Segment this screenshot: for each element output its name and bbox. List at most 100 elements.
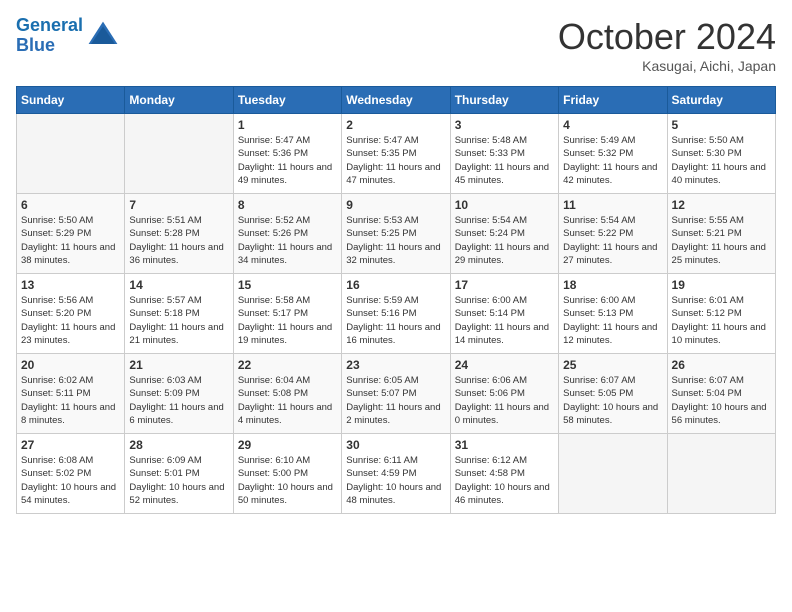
day-number: 10 bbox=[455, 198, 554, 212]
calendar-cell: 8Sunrise: 5:52 AM Sunset: 5:26 PM Daylig… bbox=[233, 194, 341, 274]
day-number: 11 bbox=[563, 198, 662, 212]
calendar-cell: 7 Sunrise: 5:51 AM Sunset: 5:28 PM Daylig… bbox=[125, 194, 233, 274]
calendar-cell: 13Sunrise: 5:56 AM Sunset: 5:20 PM Dayli… bbox=[17, 274, 125, 354]
calendar-week-row: 6 Sunrise: 5:50 AM Sunset: 5:29 PM Daylig… bbox=[17, 194, 776, 274]
day-number: 4 bbox=[563, 118, 662, 132]
day-info: Sunrise: 6:00 AM Sunset: 5:13 PM Dayligh… bbox=[563, 294, 662, 347]
page-header: GeneralBlue October 2024 Kasugai, Aichi,… bbox=[16, 16, 776, 74]
day-info: Sunrise: 5:54 AM Sunset: 5:22 PM Dayligh… bbox=[563, 214, 662, 267]
calendar-week-row: 20 Sunrise: 6:02 AM Sunset: 5:11 PM Dayli… bbox=[17, 354, 776, 434]
day-number: 9 bbox=[346, 198, 445, 212]
day-info: Sunrise: 6:03 AM Sunset: 5:09 PM Dayligh… bbox=[129, 374, 228, 427]
day-number: 14 bbox=[129, 278, 228, 292]
day-number: 5 bbox=[672, 118, 771, 132]
day-number: 19 bbox=[672, 278, 771, 292]
day-info: Sunrise: 6:07 AM Sunset: 5:05 PM Dayligh… bbox=[563, 374, 662, 427]
day-info: Sunrise: 6:09 AM Sunset: 5:01 PM Dayligh… bbox=[129, 454, 228, 507]
day-number: 24 bbox=[455, 358, 554, 372]
calendar-cell: 9Sunrise: 5:53 AM Sunset: 5:25 PM Daylig… bbox=[342, 194, 450, 274]
calendar-cell: 23 Sunrise: 6:05 AM Sunset: 5:07 PM Dayli… bbox=[342, 354, 450, 434]
day-info: Sunrise: 5:50 AM Sunset: 5:30 PM Dayligh… bbox=[672, 134, 771, 187]
day-number: 7 bbox=[129, 198, 228, 212]
day-info: Sunrise: 6:10 AM Sunset: 5:00 PM Dayligh… bbox=[238, 454, 337, 507]
calendar-cell: 6 Sunrise: 5:50 AM Sunset: 5:29 PM Daylig… bbox=[17, 194, 125, 274]
day-of-week-header: Saturday bbox=[667, 87, 775, 114]
day-of-week-header: Thursday bbox=[450, 87, 558, 114]
day-number: 20 bbox=[21, 358, 120, 372]
day-number: 15 bbox=[238, 278, 337, 292]
day-info: Sunrise: 5:47 AM Sunset: 5:36 PM Dayligh… bbox=[238, 134, 337, 187]
day-of-week-header: Wednesday bbox=[342, 87, 450, 114]
calendar-cell: 18 Sunrise: 6:00 AM Sunset: 5:13 PM Dayli… bbox=[559, 274, 667, 354]
calendar-cell: 31 Sunrise: 6:12 AM Sunset: 4:58 PM Dayli… bbox=[450, 434, 558, 514]
title-area: October 2024 Kasugai, Aichi, Japan bbox=[558, 16, 776, 74]
day-info: Sunrise: 5:55 AM Sunset: 5:21 PM Dayligh… bbox=[672, 214, 771, 267]
calendar-week-row: 27 Sunrise: 6:08 AM Sunset: 5:02 PM Dayli… bbox=[17, 434, 776, 514]
day-number: 3 bbox=[455, 118, 554, 132]
day-number: 25 bbox=[563, 358, 662, 372]
day-number: 13 bbox=[21, 278, 120, 292]
calendar-cell: 1 Sunrise: 5:47 AM Sunset: 5:36 PM Daylig… bbox=[233, 114, 341, 194]
day-of-week-header: Monday bbox=[125, 87, 233, 114]
calendar-week-row: 1 Sunrise: 5:47 AM Sunset: 5:36 PM Daylig… bbox=[17, 114, 776, 194]
day-number: 23 bbox=[346, 358, 445, 372]
day-of-week-header: Tuesday bbox=[233, 87, 341, 114]
calendar-cell: 24 Sunrise: 6:06 AM Sunset: 5:06 PM Dayli… bbox=[450, 354, 558, 434]
calendar-week-row: 13Sunrise: 5:56 AM Sunset: 5:20 PM Dayli… bbox=[17, 274, 776, 354]
calendar-cell: 20 Sunrise: 6:02 AM Sunset: 5:11 PM Dayli… bbox=[17, 354, 125, 434]
calendar-cell: 19 Sunrise: 6:01 AM Sunset: 5:12 PM Dayli… bbox=[667, 274, 775, 354]
calendar-cell: 2Sunrise: 5:47 AM Sunset: 5:35 PM Daylig… bbox=[342, 114, 450, 194]
day-info: Sunrise: 5:48 AM Sunset: 5:33 PM Dayligh… bbox=[455, 134, 554, 187]
calendar-cell: 4 Sunrise: 5:49 AM Sunset: 5:32 PM Daylig… bbox=[559, 114, 667, 194]
day-number: 18 bbox=[563, 278, 662, 292]
calendar-table: SundayMondayTuesdayWednesdayThursdayFrid… bbox=[16, 86, 776, 514]
logo: GeneralBlue bbox=[16, 16, 119, 56]
calendar-cell: 10 Sunrise: 5:54 AM Sunset: 5:24 PM Dayli… bbox=[450, 194, 558, 274]
calendar-cell: 17 Sunrise: 6:00 AM Sunset: 5:14 PM Dayli… bbox=[450, 274, 558, 354]
day-info: Sunrise: 6:02 AM Sunset: 5:11 PM Dayligh… bbox=[21, 374, 120, 427]
location: Kasugai, Aichi, Japan bbox=[558, 58, 776, 74]
calendar-cell: 28Sunrise: 6:09 AM Sunset: 5:01 PM Dayli… bbox=[125, 434, 233, 514]
day-number: 29 bbox=[238, 438, 337, 452]
day-number: 26 bbox=[672, 358, 771, 372]
day-info: Sunrise: 6:07 AM Sunset: 5:04 PM Dayligh… bbox=[672, 374, 771, 427]
day-info: Sunrise: 6:12 AM Sunset: 4:58 PM Dayligh… bbox=[455, 454, 554, 507]
calendar-cell: 5 Sunrise: 5:50 AM Sunset: 5:30 PM Daylig… bbox=[667, 114, 775, 194]
calendar-cell: 26 Sunrise: 6:07 AM Sunset: 5:04 PM Dayli… bbox=[667, 354, 775, 434]
day-number: 16 bbox=[346, 278, 445, 292]
day-number: 27 bbox=[21, 438, 120, 452]
day-number: 21 bbox=[129, 358, 228, 372]
day-number: 1 bbox=[238, 118, 337, 132]
day-info: Sunrise: 6:11 AM Sunset: 4:59 PM Dayligh… bbox=[346, 454, 445, 507]
day-number: 8 bbox=[238, 198, 337, 212]
day-number: 6 bbox=[21, 198, 120, 212]
day-number: 12 bbox=[672, 198, 771, 212]
calendar-cell: 12 Sunrise: 5:55 AM Sunset: 5:21 PM Dayli… bbox=[667, 194, 775, 274]
day-info: Sunrise: 5:49 AM Sunset: 5:32 PM Dayligh… bbox=[563, 134, 662, 187]
day-info: Sunrise: 6:01 AM Sunset: 5:12 PM Dayligh… bbox=[672, 294, 771, 347]
day-info: Sunrise: 6:00 AM Sunset: 5:14 PM Dayligh… bbox=[455, 294, 554, 347]
day-info: Sunrise: 5:58 AM Sunset: 5:17 PM Dayligh… bbox=[238, 294, 337, 347]
day-number: 17 bbox=[455, 278, 554, 292]
calendar-cell bbox=[17, 114, 125, 194]
day-number: 31 bbox=[455, 438, 554, 452]
calendar-cell: 25 Sunrise: 6:07 AM Sunset: 5:05 PM Dayli… bbox=[559, 354, 667, 434]
day-info: Sunrise: 6:06 AM Sunset: 5:06 PM Dayligh… bbox=[455, 374, 554, 427]
month-title: October 2024 bbox=[558, 16, 776, 58]
day-info: Sunrise: 6:08 AM Sunset: 5:02 PM Dayligh… bbox=[21, 454, 120, 507]
calendar-cell: 11 Sunrise: 5:54 AM Sunset: 5:22 PM Dayli… bbox=[559, 194, 667, 274]
calendar-cell: 30Sunrise: 6:11 AM Sunset: 4:59 PM Dayli… bbox=[342, 434, 450, 514]
calendar-cell: 21 Sunrise: 6:03 AM Sunset: 5:09 PM Dayli… bbox=[125, 354, 233, 434]
calendar-cell: 14 Sunrise: 5:57 AM Sunset: 5:18 PM Dayli… bbox=[125, 274, 233, 354]
calendar-cell: 29 Sunrise: 6:10 AM Sunset: 5:00 PM Dayli… bbox=[233, 434, 341, 514]
calendar-cell: 3 Sunrise: 5:48 AM Sunset: 5:33 PM Daylig… bbox=[450, 114, 558, 194]
day-info: Sunrise: 5:50 AM Sunset: 5:29 PM Dayligh… bbox=[21, 214, 120, 267]
calendar-cell: 27 Sunrise: 6:08 AM Sunset: 5:02 PM Dayli… bbox=[17, 434, 125, 514]
day-info: Sunrise: 5:54 AM Sunset: 5:24 PM Dayligh… bbox=[455, 214, 554, 267]
day-number: 2 bbox=[346, 118, 445, 132]
day-info: Sunrise: 5:57 AM Sunset: 5:18 PM Dayligh… bbox=[129, 294, 228, 347]
logo-icon bbox=[87, 20, 119, 52]
day-info: Sunrise: 6:05 AM Sunset: 5:07 PM Dayligh… bbox=[346, 374, 445, 427]
day-of-week-header: Sunday bbox=[17, 87, 125, 114]
day-info: Sunrise: 5:51 AM Sunset: 5:28 PM Dayligh… bbox=[129, 214, 228, 267]
